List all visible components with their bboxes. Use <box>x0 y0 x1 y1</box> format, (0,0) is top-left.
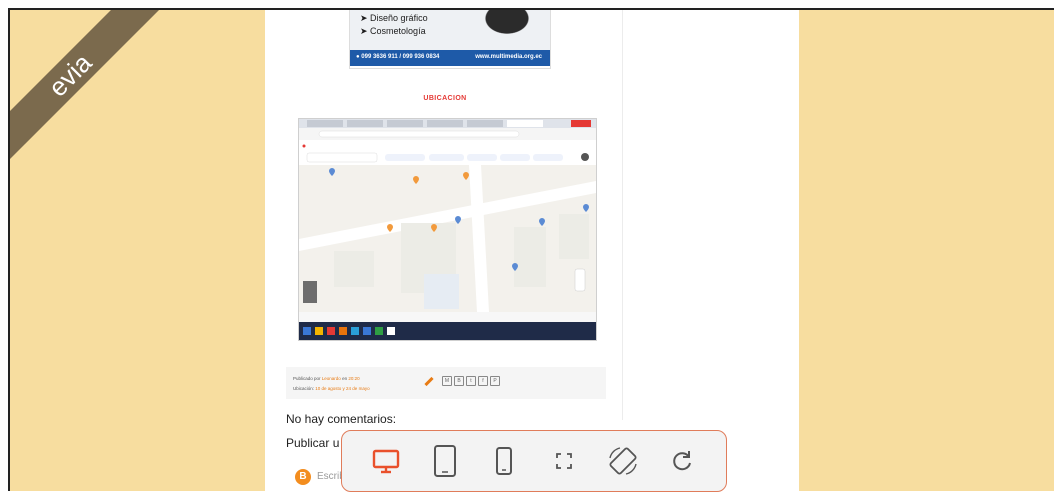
map-screenshot-image[interactable] <box>298 118 597 341</box>
no-comments-text: No hay comentarios: <box>286 412 397 426</box>
tablet-icon <box>433 445 456 477</box>
fullscreen-icon <box>555 453 572 469</box>
location-line: Ubicación: 10 de agosto y 24 de mayo <box>293 386 370 391</box>
share-icons: M B t f P <box>424 376 500 386</box>
tablet-view-button[interactable] <box>423 439 467 483</box>
rotate-button[interactable] <box>601 439 645 483</box>
location-link[interactable]: 10 de agosto y 24 de mayo <box>315 386 369 391</box>
post-meta: Publicado por Leonardo en 20:20 Ubicació… <box>286 367 606 399</box>
published-by-prefix: Publicado por <box>293 376 321 381</box>
publish-comment-heading: Publicar u <box>286 436 340 450</box>
ad-figure-image <box>468 10 546 46</box>
post-time-link[interactable]: 20:20 <box>348 376 359 381</box>
blog-share-icon[interactable]: B <box>454 376 464 386</box>
ad-banner[interactable]: ➤ Diseño gráfico ➤ Cosmetología ● 099 36… <box>349 10 551 69</box>
ad-body: ➤ Diseño gráfico ➤ Cosmetología <box>350 10 550 50</box>
desktop-view-button[interactable] <box>364 439 408 483</box>
sidebar-divider <box>622 10 623 420</box>
desktop-icon <box>372 449 399 474</box>
ad-line-cosmetology: ➤ Cosmetología <box>360 26 426 36</box>
edit-pencil-icon[interactable] <box>424 376 434 386</box>
twitter-share-icon[interactable]: t <box>466 376 476 386</box>
preview-frame: evia ➤ Diseño gráfico ➤ Cosmetología ● 0… <box>8 8 1054 491</box>
mobile-icon <box>496 447 513 475</box>
reload-button[interactable] <box>660 439 704 483</box>
mobile-view-button[interactable] <box>482 439 526 483</box>
ad-contact-bar: ● 099 3636 911 / 099 936 0834 www.multim… <box>350 50 550 66</box>
facebook-share-icon[interactable]: f <box>478 376 488 386</box>
author-link[interactable]: Leonardo <box>322 376 341 381</box>
ad-line-design: ➤ Diseño gráfico <box>360 13 428 23</box>
device-preview-toolbar <box>341 430 727 492</box>
preview-ribbon: evia <box>10 10 174 179</box>
section-heading: UBICACION <box>423 95 467 102</box>
fullscreen-button[interactable] <box>542 439 586 483</box>
email-share-icon[interactable]: M <box>442 376 452 386</box>
map-screenshot-graphic <box>299 119 596 340</box>
pinterest-share-icon[interactable]: P <box>490 376 500 386</box>
ad-website: www.multimedia.org.ec <box>475 54 542 60</box>
blogger-icon: B <box>295 469 311 485</box>
at-word: en <box>342 376 348 381</box>
blog-page: ➤ Diseño gráfico ➤ Cosmetología ● 099 36… <box>265 10 799 491</box>
rotate-icon <box>609 447 637 475</box>
ad-phone: ● 099 3636 911 / 099 936 0834 <box>356 54 440 60</box>
published-by-line: Publicado por Leonardo en 20:20 <box>293 376 360 381</box>
reload-icon <box>673 451 692 471</box>
location-prefix: Ubicación: <box>293 386 315 391</box>
